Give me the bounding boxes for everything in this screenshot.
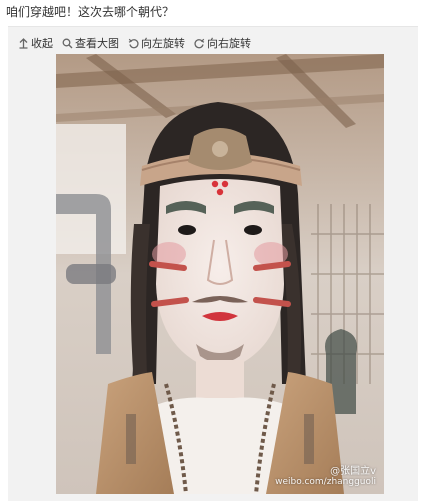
post-text: 咱们穿越吧！这次去哪个朝代？ bbox=[6, 5, 175, 19]
post-photo[interactable]: @张国立v weibo.com/zhangguoli bbox=[56, 54, 384, 494]
rotate-left-label: 向左旋转 bbox=[141, 37, 185, 50]
watermark-url: weibo.com/zhangguoli bbox=[275, 477, 376, 487]
photo-watermark: @张国立v weibo.com/zhangguoli bbox=[275, 466, 376, 488]
rotate-right-button[interactable]: 向右旋转 bbox=[194, 35, 251, 51]
rotate-right-icon bbox=[194, 38, 205, 49]
view-large-button[interactable]: 查看大图 bbox=[62, 35, 119, 51]
collapse-label: 收起 bbox=[31, 37, 53, 50]
magnifier-icon bbox=[62, 38, 73, 49]
rotate-right-label: 向右旋转 bbox=[207, 37, 251, 50]
rotate-left-button[interactable]: 向左旋转 bbox=[128, 35, 185, 51]
watermark-name: @张国立v bbox=[330, 466, 376, 477]
view-large-label: 查看大图 bbox=[75, 37, 119, 50]
collapse-button[interactable]: 收起 bbox=[18, 35, 53, 51]
costume-portrait-image bbox=[56, 54, 384, 494]
rotate-left-icon bbox=[128, 38, 139, 49]
media-panel: 收起 查看大图 向左旋转 向右旋转 @张国立v weibo.com/zhangg… bbox=[8, 26, 418, 501]
image-toolbar: 收起 查看大图 向左旋转 向右旋转 bbox=[18, 35, 260, 51]
arrow-up-icon bbox=[18, 37, 29, 49]
